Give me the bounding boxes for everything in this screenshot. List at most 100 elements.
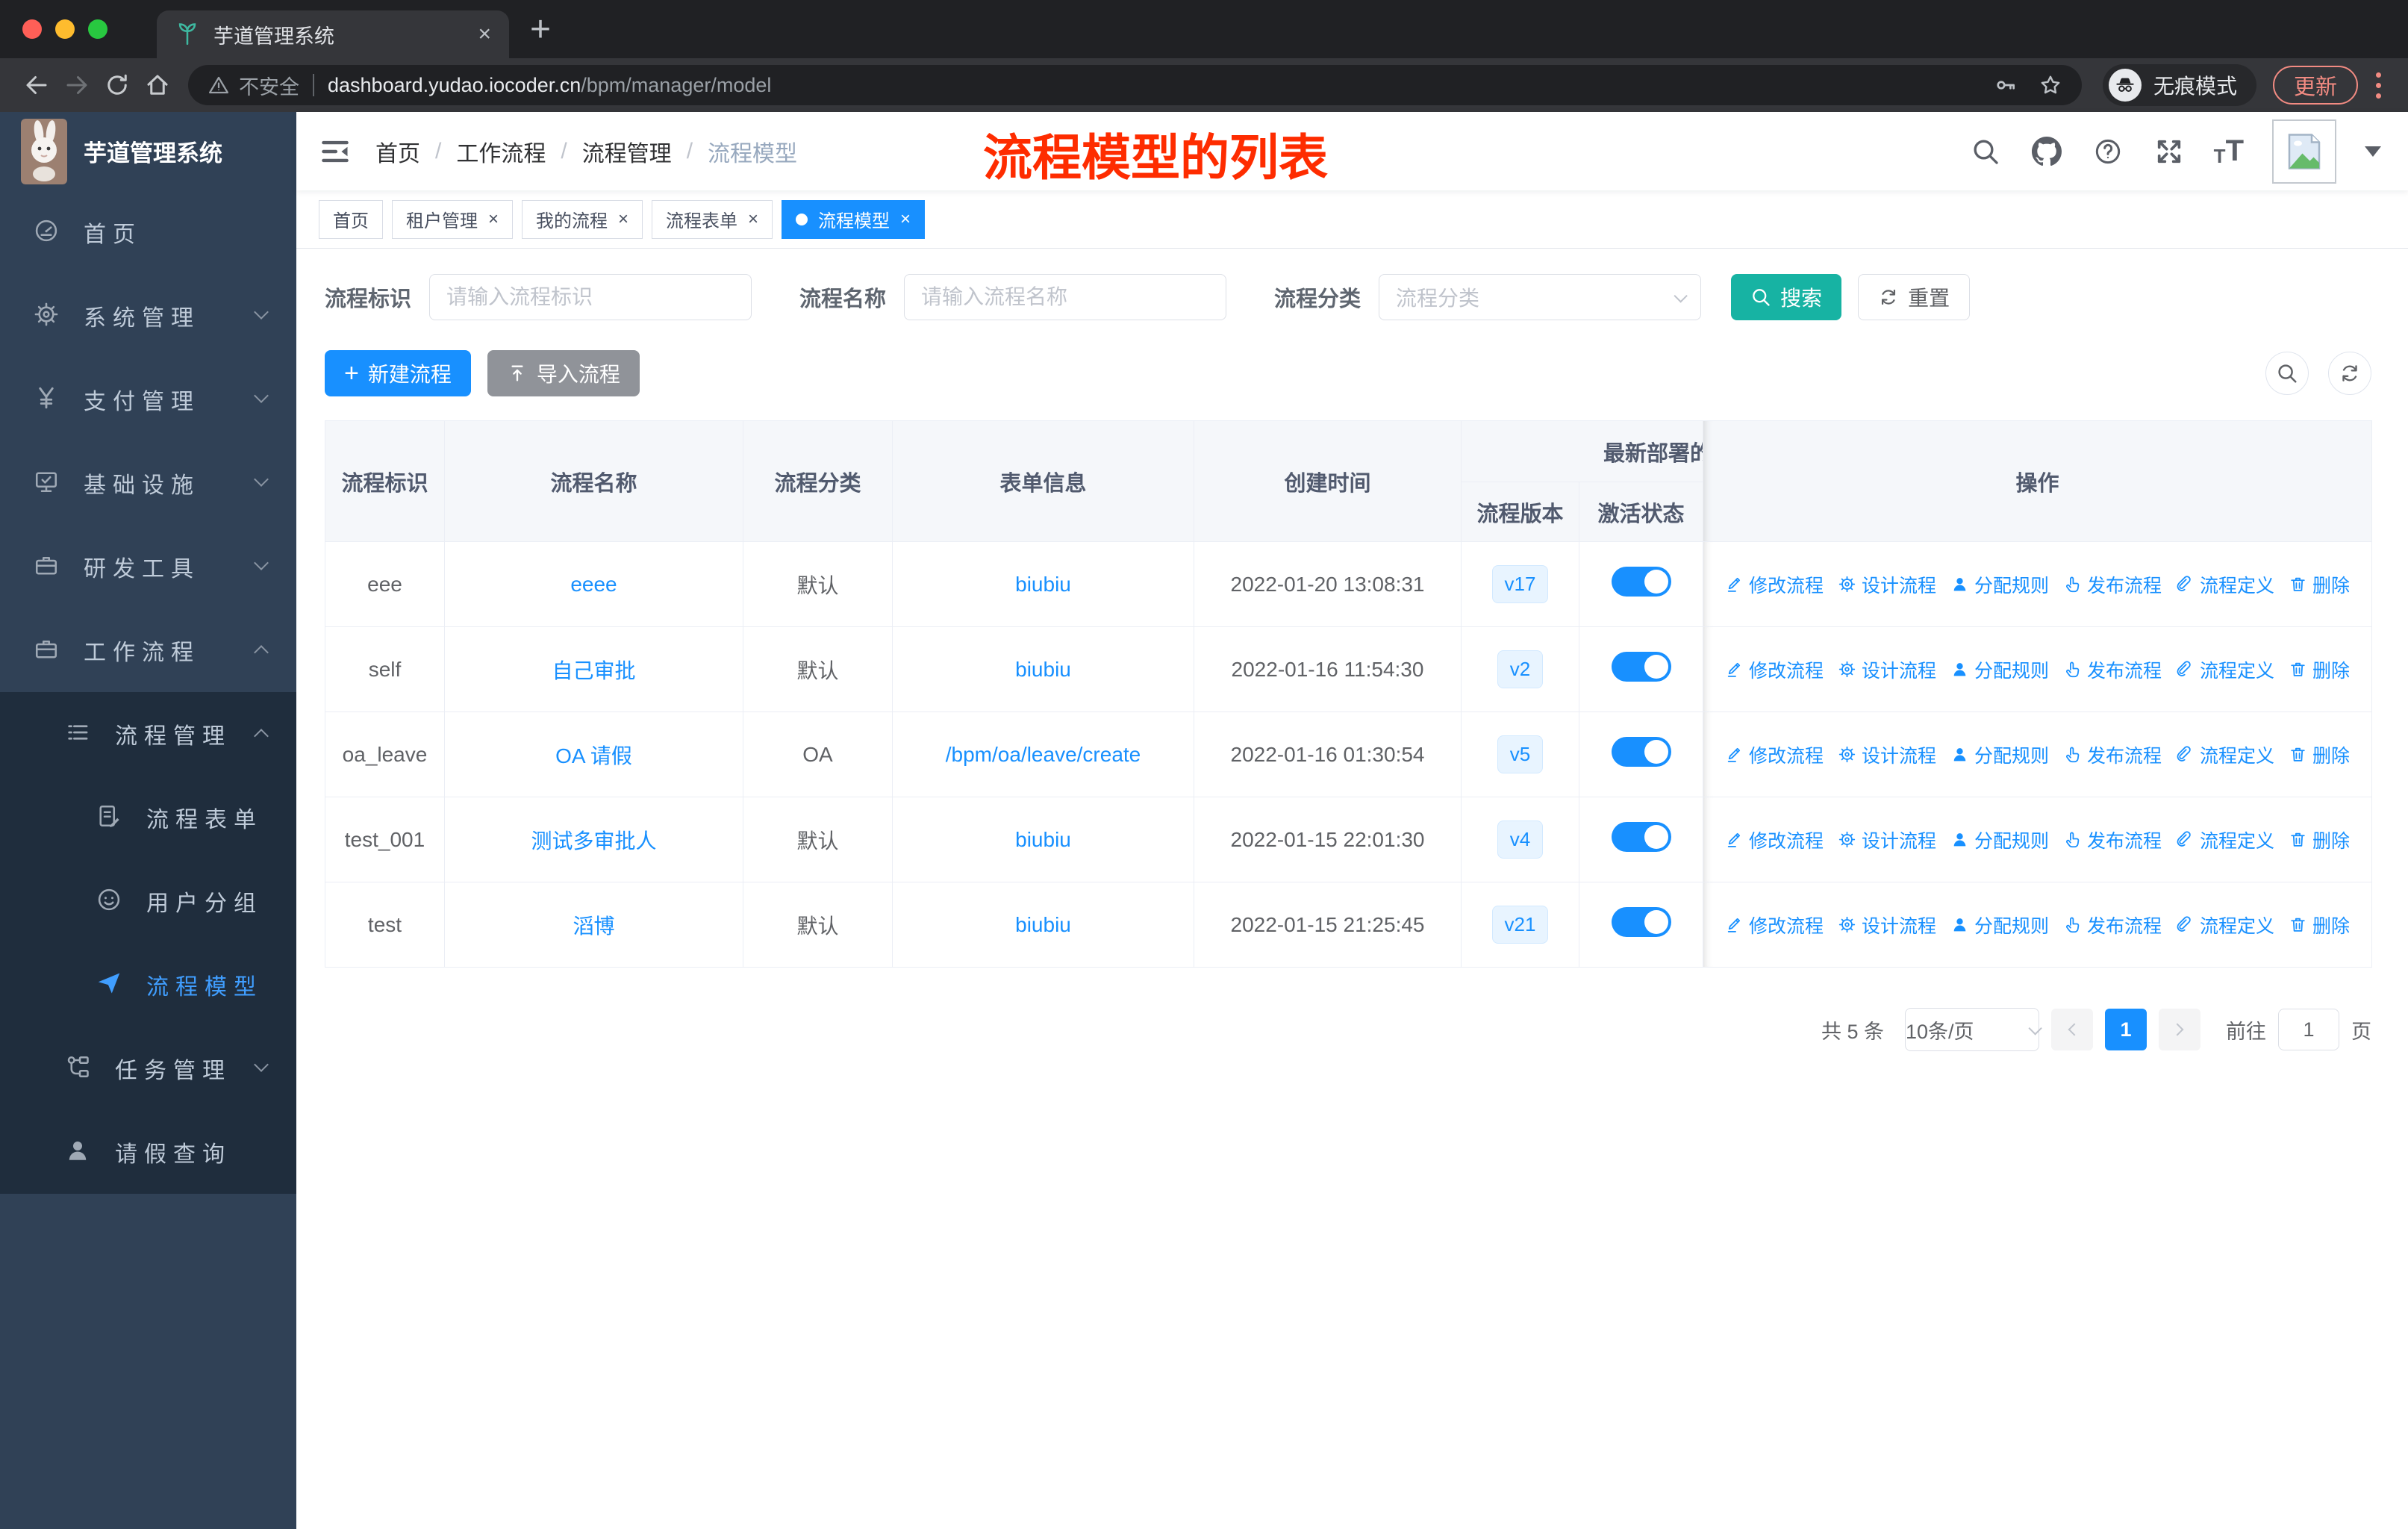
op-design-link[interactable]: 设计流程 bbox=[1838, 912, 1936, 938]
sidebar-item-payment[interactable]: 支付管理 bbox=[0, 358, 296, 441]
process-name-link[interactable]: 滔博 bbox=[573, 915, 614, 938]
status-toggle[interactable] bbox=[1611, 567, 1671, 597]
back-icon[interactable] bbox=[16, 65, 57, 105]
form-info-link[interactable]: biubiu bbox=[1015, 573, 1071, 596]
op-delete-link[interactable]: 删除 bbox=[2289, 571, 2350, 598]
tag-my-process[interactable]: 我的流程 × bbox=[522, 199, 643, 239]
security-label[interactable]: 不安全 bbox=[239, 71, 299, 100]
op-assign-link[interactable]: 分配规则 bbox=[1950, 741, 2049, 768]
op-assign-link[interactable]: 分配规则 bbox=[1950, 656, 2049, 683]
breadcrumb-process-mgmt[interactable]: 流程管理 bbox=[582, 135, 672, 168]
sidebar-item-process-mgmt[interactable]: 流程管理 bbox=[0, 692, 296, 776]
process-name-link[interactable]: eeee bbox=[570, 573, 617, 596]
reset-button[interactable]: 重置 bbox=[1858, 274, 1971, 320]
reload-icon[interactable] bbox=[97, 65, 137, 105]
tag-process-form[interactable]: 流程表单 × bbox=[652, 199, 773, 239]
import-process-button[interactable]: 导入流程 bbox=[487, 350, 640, 396]
process-name-link[interactable]: 自己审批 bbox=[552, 659, 635, 682]
goto-page-input[interactable] bbox=[2278, 1009, 2339, 1050]
version-badge[interactable]: v21 bbox=[1491, 906, 1549, 944]
process-name-link[interactable]: 测试多审批人 bbox=[531, 829, 656, 853]
form-info-link[interactable]: biubiu bbox=[1015, 828, 1071, 851]
op-delete-link[interactable]: 删除 bbox=[2289, 656, 2350, 683]
create-process-button[interactable]: + 新建流程 bbox=[325, 350, 471, 396]
version-badge[interactable]: v5 bbox=[1497, 735, 1544, 773]
status-toggle[interactable] bbox=[1611, 652, 1671, 682]
form-info-link[interactable]: /bpm/oa/leave/create bbox=[946, 743, 1141, 766]
tag-home[interactable]: 首页 bbox=[319, 199, 383, 239]
minimize-window-button[interactable] bbox=[55, 19, 75, 39]
op-deploy-link[interactable]: 发布流程 bbox=[2063, 741, 2162, 768]
op-design-link[interactable]: 设计流程 bbox=[1838, 741, 1936, 768]
font-size-icon[interactable]: TT bbox=[2214, 134, 2244, 168]
breadcrumb-home[interactable]: 首页 bbox=[375, 135, 420, 168]
close-icon[interactable]: × bbox=[748, 209, 758, 230]
sidebar-item-user-group[interactable]: 用户分组 bbox=[0, 859, 296, 943]
address-bar[interactable]: 不安全 dashboard.yudao.iocoder.cn /bpm/mana… bbox=[188, 65, 2082, 105]
op-assign-link[interactable]: 分配规则 bbox=[1950, 571, 2049, 598]
browser-menu-icon[interactable] bbox=[2376, 72, 2381, 99]
forward-icon[interactable] bbox=[57, 65, 97, 105]
op-update-link[interactable]: 修改流程 bbox=[1725, 912, 1824, 938]
op-update-link[interactable]: 修改流程 bbox=[1725, 741, 1824, 768]
op-design-link[interactable]: 设计流程 bbox=[1838, 656, 1936, 683]
github-icon[interactable] bbox=[2030, 135, 2063, 168]
tag-process-model[interactable]: 流程模型 × bbox=[782, 199, 926, 239]
password-key-icon[interactable] bbox=[1994, 73, 2018, 97]
op-deploy-link[interactable]: 发布流程 bbox=[2063, 656, 2162, 683]
op-definition-link[interactable]: 流程定义 bbox=[2176, 826, 2274, 853]
op-definition-link[interactable]: 流程定义 bbox=[2176, 656, 2274, 683]
help-icon[interactable] bbox=[2092, 135, 2124, 168]
close-icon[interactable]: × bbox=[618, 209, 628, 230]
op-deploy-link[interactable]: 发布流程 bbox=[2063, 571, 2162, 598]
op-delete-link[interactable]: 删除 bbox=[2289, 741, 2350, 768]
op-design-link[interactable]: 设计流程 bbox=[1838, 826, 1936, 853]
search-icon[interactable] bbox=[1969, 135, 2002, 168]
process-name-link[interactable]: OA 请假 bbox=[555, 744, 632, 767]
tab-close-icon[interactable]: × bbox=[478, 22, 491, 47]
op-update-link[interactable]: 修改流程 bbox=[1725, 571, 1824, 598]
version-badge[interactable]: v2 bbox=[1497, 650, 1544, 688]
close-icon[interactable]: × bbox=[488, 209, 499, 230]
version-badge[interactable]: v17 bbox=[1491, 565, 1549, 603]
op-update-link[interactable]: 修改流程 bbox=[1725, 656, 1824, 683]
form-info-link[interactable]: biubiu bbox=[1015, 658, 1071, 681]
page-size-select[interactable]: 10条/页 bbox=[1905, 1008, 2042, 1051]
version-badge[interactable]: v4 bbox=[1497, 820, 1544, 859]
browser-tab[interactable]: 芋道管理系统 × bbox=[157, 10, 509, 58]
prev-page-button[interactable] bbox=[2051, 1009, 2093, 1050]
status-toggle[interactable] bbox=[1611, 822, 1671, 852]
op-assign-link[interactable]: 分配规则 bbox=[1950, 912, 2049, 938]
refresh-table-button[interactable] bbox=[2328, 352, 2371, 395]
status-toggle[interactable] bbox=[1611, 737, 1671, 767]
tag-tenant[interactable]: 租户管理 × bbox=[392, 199, 514, 239]
collapse-sidebar-icon[interactable] bbox=[319, 135, 352, 168]
op-delete-link[interactable]: 删除 bbox=[2289, 912, 2350, 938]
next-page-button[interactable] bbox=[2159, 1009, 2200, 1050]
op-deploy-link[interactable]: 发布流程 bbox=[2063, 826, 2162, 853]
sidebar-item-devtools[interactable]: 研发工具 bbox=[0, 525, 296, 608]
current-page-button[interactable]: 1 bbox=[2105, 1009, 2147, 1050]
process-key-input[interactable] bbox=[429, 274, 752, 320]
op-assign-link[interactable]: 分配规则 bbox=[1950, 826, 2049, 853]
browser-update-button[interactable]: 更新 bbox=[2272, 66, 2358, 105]
close-window-button[interactable] bbox=[22, 19, 42, 39]
op-update-link[interactable]: 修改流程 bbox=[1725, 826, 1824, 853]
sidebar-item-infra[interactable]: 基础设施 bbox=[0, 441, 296, 525]
process-category-select[interactable]: 流程分类 bbox=[1379, 274, 1702, 320]
breadcrumb-workflow[interactable]: 工作流程 bbox=[456, 135, 546, 168]
chevron-down-icon[interactable] bbox=[2365, 146, 2381, 157]
sidebar-item-process-form[interactable]: 流程表单 bbox=[0, 776, 296, 859]
op-delete-link[interactable]: 删除 bbox=[2289, 826, 2350, 853]
fullscreen-icon[interactable] bbox=[2153, 135, 2186, 168]
sidebar-item-leave-query[interactable]: 请假查询 bbox=[0, 1110, 296, 1194]
zoom-window-button[interactable] bbox=[88, 19, 107, 39]
new-tab-button[interactable]: + bbox=[530, 9, 551, 50]
op-definition-link[interactable]: 流程定义 bbox=[2176, 741, 2274, 768]
bookmark-star-icon[interactable] bbox=[2039, 73, 2062, 97]
op-deploy-link[interactable]: 发布流程 bbox=[2063, 912, 2162, 938]
sidebar-item-task-mgmt[interactable]: 任务管理 bbox=[0, 1027, 296, 1110]
process-name-input[interactable] bbox=[904, 274, 1227, 320]
sidebar-item-workflow[interactable]: 工作流程 bbox=[0, 608, 296, 692]
form-info-link[interactable]: biubiu bbox=[1015, 913, 1071, 936]
